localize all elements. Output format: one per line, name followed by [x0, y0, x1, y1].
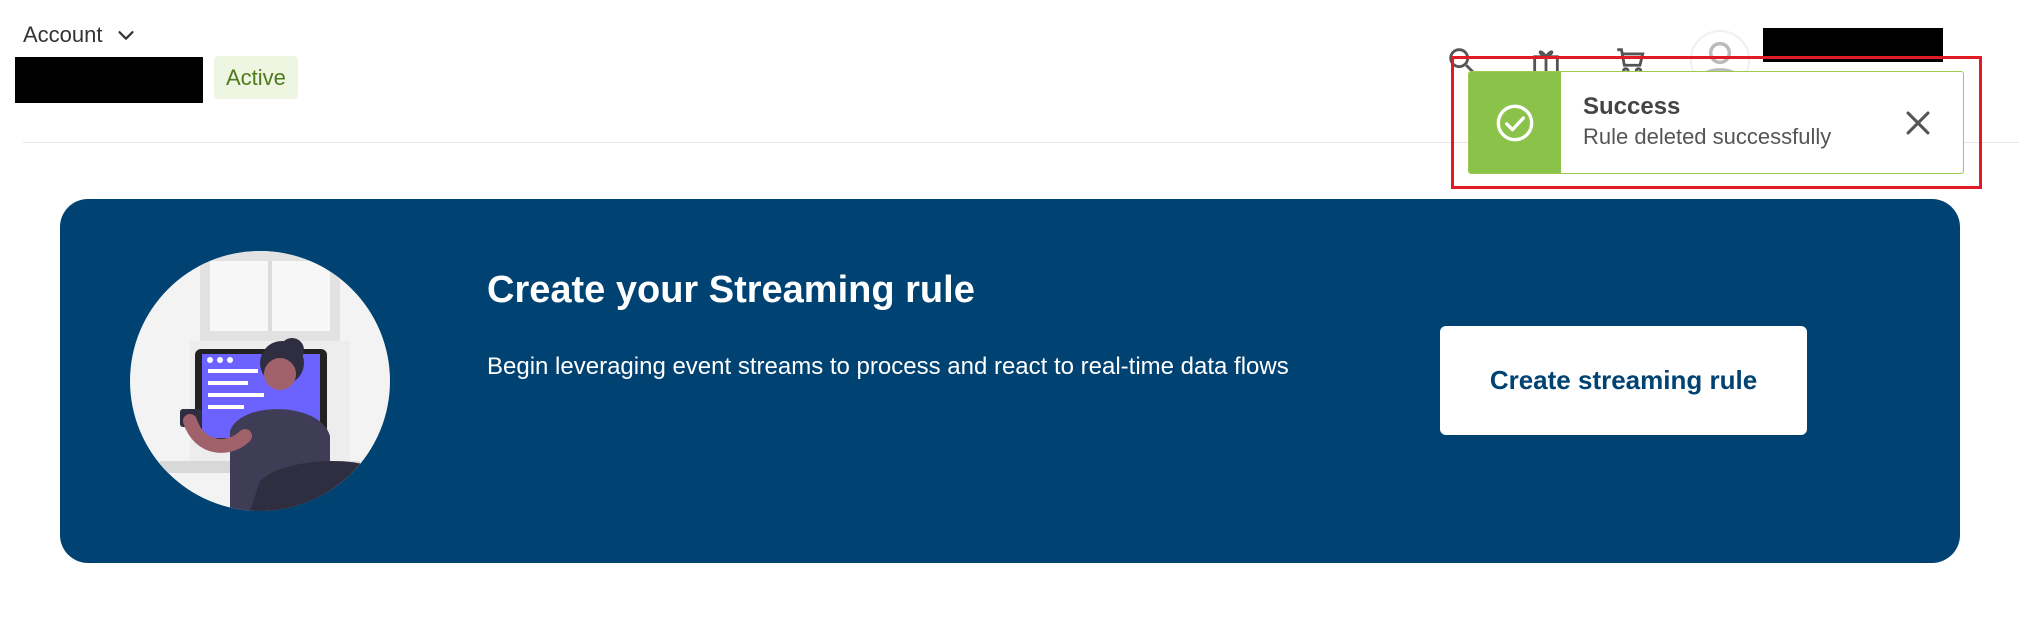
- create-streaming-rule-button[interactable]: Create streaming rule: [1440, 326, 1807, 435]
- toast-icon-area: [1469, 72, 1561, 173]
- banner-title: Create your Streaming rule: [487, 269, 975, 311]
- toast-body: Success Rule deleted successfully: [1561, 72, 1873, 173]
- status-badge: Active: [214, 56, 298, 99]
- toast-close-button[interactable]: [1873, 72, 1963, 173]
- account-switcher[interactable]: Account: [23, 22, 137, 48]
- check-circle-icon: [1496, 104, 1534, 141]
- banner-illustration: [130, 251, 390, 511]
- close-icon: [1906, 111, 1930, 134]
- developer-illustration: [160, 251, 370, 511]
- success-toast: Success Rule deleted successfully: [1468, 71, 1964, 174]
- chevron-down-icon: [117, 31, 134, 40]
- toast-message: Rule deleted successfully: [1583, 124, 1832, 150]
- account-name-redacted: [15, 57, 203, 103]
- account-label: Account: [23, 22, 103, 47]
- toast-title: Success: [1583, 93, 1681, 120]
- streaming-rule-banner: Create your Streaming rule Begin leverag…: [60, 199, 1960, 563]
- banner-description: Begin leveraging event streams to proces…: [487, 353, 1289, 380]
